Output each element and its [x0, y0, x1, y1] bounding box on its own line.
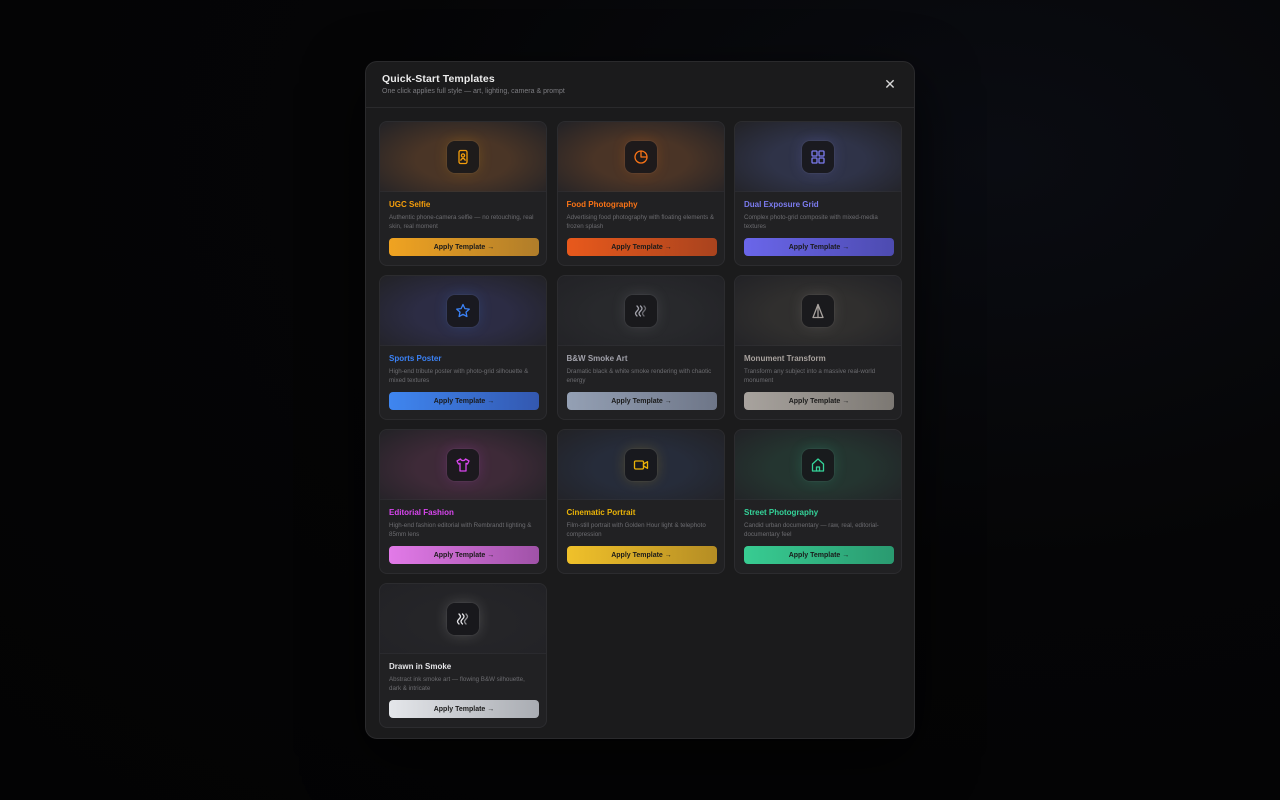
- apply-template-button[interactable]: Apply Template →: [744, 238, 894, 256]
- card-body: Food Photography Advertising food photog…: [558, 192, 724, 231]
- smoke-wave-icon: [624, 294, 657, 327]
- phone-portrait-icon: [447, 140, 479, 173]
- card-title: UGC Selfie: [389, 200, 431, 209]
- template-card-ugc-selfie[interactable]: UGC Selfie Authentic phone-camera selfie…: [379, 121, 547, 266]
- card-description: Transform any subject into a massive rea…: [744, 368, 876, 384]
- apply-template-button[interactable]: Apply Template →: [566, 392, 717, 410]
- card-title: Street Photography: [744, 508, 819, 517]
- dialog-title: Quick-Start Templates: [382, 73, 495, 85]
- card-description: High-end fashion editorial with Rembrand…: [389, 522, 532, 538]
- card-description: Candid urban documentary — raw, real, ed…: [744, 522, 879, 538]
- dialog-header: Quick-Start Templates One click applies …: [366, 62, 914, 108]
- card-hero: [735, 276, 901, 346]
- smoke-wave-icon: [447, 602, 479, 635]
- card-title: Drawn in Smoke: [389, 662, 452, 671]
- shirt-icon: [447, 448, 479, 481]
- dialog-subtitle: One click applies full style — art, ligh…: [382, 88, 565, 95]
- card-title: Sports Poster: [389, 354, 442, 363]
- apply-template-button[interactable]: Apply Template →: [389, 700, 539, 718]
- card-hero: [380, 584, 546, 654]
- card-hero: [735, 122, 901, 192]
- card-title: Food Photography: [566, 200, 638, 209]
- card-description: Advertising food photography with floati…: [566, 214, 715, 230]
- home-icon: [802, 448, 834, 481]
- card-hero: [380, 122, 546, 192]
- card-title: Editorial Fashion: [389, 508, 454, 517]
- card-hero: [380, 276, 546, 346]
- apply-template-button[interactable]: Apply Template →: [389, 238, 539, 256]
- template-card-cinematic-portrait[interactable]: Cinematic Portrait Film-still portrait w…: [556, 429, 725, 574]
- card-body: B&W Smoke Art Dramatic black & white smo…: [558, 346, 724, 385]
- template-card-drawn-in-smoke[interactable]: Drawn in Smoke Abstract ink smoke art — …: [379, 583, 547, 728]
- apply-template-button[interactable]: Apply Template →: [744, 392, 894, 410]
- template-card-bandw-smoke-art[interactable]: B&W Smoke Art Dramatic black & white smo…: [556, 275, 725, 420]
- card-description: High-end tribute poster with photo-grid …: [389, 368, 529, 384]
- card-body: Street Photography Candid urban document…: [735, 500, 901, 539]
- card-body: Drawn in Smoke Abstract ink smoke art — …: [380, 654, 546, 693]
- card-body: UGC Selfie Authentic phone-camera selfie…: [380, 192, 546, 231]
- card-hero: [557, 430, 724, 500]
- quick-start-templates-dialog: Quick-Start Templates One click applies …: [365, 61, 915, 739]
- card-body: Cinematic Portrait Film-still portrait w…: [558, 500, 724, 539]
- pie-chart-icon: [624, 140, 657, 173]
- card-hero: [380, 430, 546, 500]
- monument-icon: [802, 294, 834, 327]
- card-description: Film-still portrait with Golden Hour lig…: [566, 522, 706, 538]
- apply-template-button[interactable]: Apply Template →: [389, 392, 539, 410]
- card-body: Dual Exposure Grid Complex photo-grid co…: [735, 192, 901, 231]
- apply-template-button[interactable]: Apply Template →: [566, 238, 717, 256]
- card-hero: [557, 276, 724, 346]
- card-title: Cinematic Portrait: [566, 508, 636, 517]
- card-description: Abstract ink smoke art — flowing B&W sil…: [389, 676, 525, 692]
- card-description: Authentic phone-camera selfie — no retou…: [389, 214, 534, 230]
- template-card-sports-poster[interactable]: Sports Poster High-end tribute poster wi…: [379, 275, 547, 420]
- apply-template-button[interactable]: Apply Template →: [566, 546, 717, 564]
- card-body: Editorial Fashion High-end fashion edito…: [380, 500, 546, 539]
- apply-template-button[interactable]: Apply Template →: [389, 546, 539, 564]
- card-title: Monument Transform: [744, 354, 826, 363]
- card-body: Sports Poster High-end tribute poster wi…: [380, 346, 546, 385]
- template-card-monument-transform[interactable]: Monument Transform Transform any subject…: [734, 275, 902, 420]
- template-card-food-photography[interactable]: Food Photography Advertising food photog…: [556, 121, 725, 266]
- template-card-street-photography[interactable]: Street Photography Candid urban document…: [734, 429, 902, 574]
- star-icon: [447, 294, 479, 327]
- card-description: Dramatic black & white smoke rendering w…: [566, 368, 712, 384]
- template-card-editorial-fashion[interactable]: Editorial Fashion High-end fashion edito…: [379, 429, 547, 574]
- close-icon[interactable]: ✕: [882, 76, 898, 92]
- template-grid: UGC Selfie Authentic phone-camera selfie…: [379, 121, 902, 728]
- card-title: B&W Smoke Art: [566, 354, 628, 363]
- card-hero: [735, 430, 901, 500]
- card-title: Dual Exposure Grid: [744, 200, 819, 209]
- template-card-dual-exposure-grid[interactable]: Dual Exposure Grid Complex photo-grid co…: [734, 121, 902, 266]
- grid-icon: [802, 140, 834, 173]
- card-hero: [557, 122, 724, 192]
- apply-template-button[interactable]: Apply Template →: [744, 546, 894, 564]
- card-body: Monument Transform Transform any subject…: [735, 346, 901, 385]
- video-camera-icon: [624, 448, 657, 481]
- card-description: Complex photo-grid composite with mixed-…: [744, 214, 878, 230]
